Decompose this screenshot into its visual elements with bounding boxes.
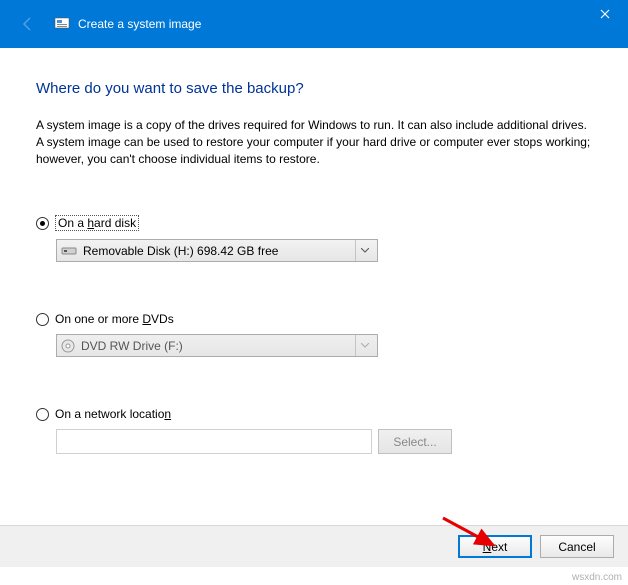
option-dvd: On one or more DVDs DVD RW Drive (F:) xyxy=(36,312,592,357)
select-button: Select... xyxy=(378,429,452,454)
dvd-dropdown: DVD RW Drive (F:) xyxy=(56,334,378,357)
radio-network[interactable] xyxy=(36,408,49,421)
page-description: A system image is a copy of the drives r… xyxy=(36,117,592,167)
close-button[interactable] xyxy=(582,0,628,28)
harddisk-dropdown-text: Removable Disk (H:) 698.42 GB free xyxy=(83,244,355,258)
window-title: Create a system image xyxy=(78,17,201,31)
page-heading: Where do you want to save the backup? xyxy=(36,80,592,97)
next-button[interactable]: Next xyxy=(458,535,532,558)
radio-dvd[interactable] xyxy=(36,313,49,326)
dvd-dropdown-text: DVD RW Drive (F:) xyxy=(81,339,355,353)
chevron-down-icon xyxy=(355,335,373,356)
radio-harddisk[interactable] xyxy=(36,217,49,230)
harddisk-dropdown[interactable]: Removable Disk (H:) 698.42 GB free xyxy=(56,239,378,262)
dvd-icon xyxy=(61,339,75,353)
back-button xyxy=(20,16,36,32)
radio-network-label[interactable]: On a network location xyxy=(55,407,171,421)
network-path-input[interactable] xyxy=(56,429,372,454)
option-harddisk: On a hard disk Removable Disk (H:) 698.4… xyxy=(36,215,592,262)
disk-icon xyxy=(61,245,77,257)
cancel-button[interactable]: Cancel xyxy=(540,535,614,558)
radio-harddisk-label[interactable]: On a hard disk xyxy=(55,215,139,231)
back-arrow-icon xyxy=(20,16,36,32)
footer: Next Cancel xyxy=(0,525,628,567)
radio-dvd-label[interactable]: On one or more DVDs xyxy=(55,312,174,326)
close-icon xyxy=(600,9,610,19)
watermark: wsxdn.com xyxy=(572,572,622,583)
app-icon xyxy=(54,16,70,32)
titlebar: Create a system image xyxy=(0,0,628,48)
chevron-down-icon xyxy=(355,240,373,261)
content-area: Where do you want to save the backup? A … xyxy=(0,48,628,454)
option-network: On a network location Select... xyxy=(36,407,592,454)
